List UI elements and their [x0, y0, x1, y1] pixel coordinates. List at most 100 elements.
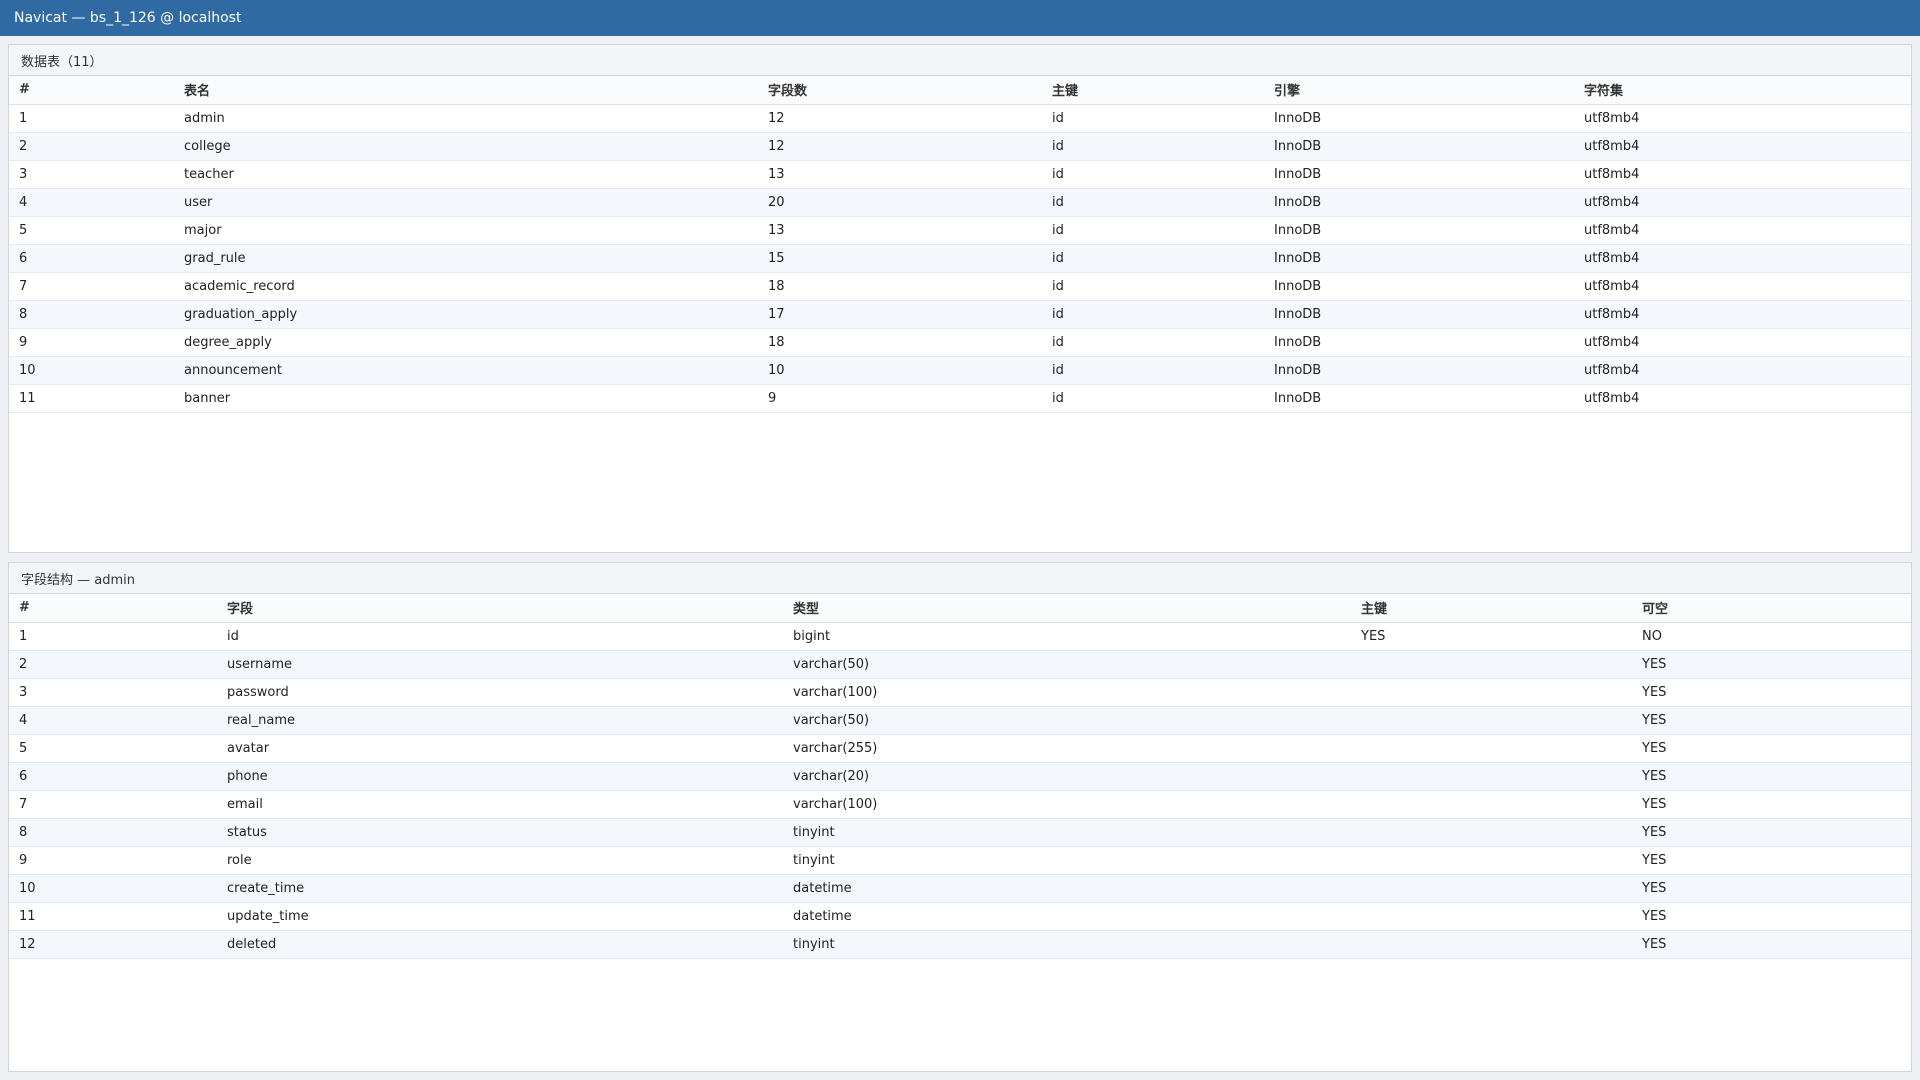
column-header[interactable]: #	[9, 594, 217, 623]
table-cell: id	[1042, 160, 1264, 189]
table-row[interactable]: 11 update_time datetime YES	[9, 902, 1911, 931]
table-row[interactable]: 4 real_name varchar(50) YES	[9, 706, 1911, 735]
table-row[interactable]: 2 college 12 id InnoDB utf8mb4	[9, 132, 1911, 161]
table-cell: major	[174, 216, 758, 245]
table-cell: varchar(50)	[783, 650, 1351, 679]
column-header[interactable]: 字段数	[758, 76, 1042, 105]
tables-panel-title: 数据表（11）	[21, 54, 103, 70]
table-cell: 9	[9, 846, 217, 875]
table-cell: id	[1042, 188, 1264, 217]
table-cell: InnoDB	[1264, 300, 1574, 329]
table-cell	[1351, 846, 1632, 875]
column-header[interactable]: 字符集	[1574, 76, 1911, 105]
table-row[interactable]: 8 status tinyint YES	[9, 818, 1911, 847]
table-cell: 18	[758, 272, 1042, 301]
table-row[interactable]: 9 role tinyint YES	[9, 846, 1911, 875]
table-cell: 4	[9, 188, 174, 217]
tables-panel: 数据表（11） # 表名 字段数 主键 引擎 字符集 1 admin 12 id InnoDB ut…	[8, 44, 1912, 553]
table-row[interactable]: 7 academic_record 18 id InnoDB utf8mb4	[9, 272, 1911, 301]
table-cell: InnoDB	[1264, 104, 1574, 133]
table-row[interactable]: 10 announcement 10 id InnoDB utf8mb4	[9, 356, 1911, 385]
table-cell: YES	[1632, 902, 1911, 931]
table-cell: InnoDB	[1264, 132, 1574, 161]
table-row[interactable]: 1 admin 12 id InnoDB utf8mb4	[9, 104, 1911, 133]
table-cell: utf8mb4	[1574, 328, 1911, 357]
fields-panel-title: 字段结构 — admin	[21, 572, 135, 588]
column-header[interactable]: 类型	[783, 594, 1351, 623]
table-cell: role	[217, 846, 783, 875]
table-cell: id	[1042, 216, 1264, 245]
table-row[interactable]: 3 password varchar(100) YES	[9, 678, 1911, 707]
table-cell: YES	[1632, 734, 1911, 763]
table-cell	[1351, 734, 1632, 763]
table-cell: YES	[1632, 846, 1911, 875]
table-cell: announcement	[174, 356, 758, 385]
table-row[interactable]: 12 deleted tinyint YES	[9, 930, 1911, 959]
table-row[interactable]: 1 id bigint YES NO	[9, 622, 1911, 651]
table-row[interactable]: 8 graduation_apply 17 id InnoDB utf8mb4	[9, 300, 1911, 329]
table-cell	[1351, 930, 1632, 959]
table-cell: 9	[758, 384, 1042, 413]
table-cell: id	[1042, 132, 1264, 161]
table-cell: YES	[1632, 706, 1911, 735]
table-cell: varchar(255)	[783, 734, 1351, 763]
table-cell	[1351, 706, 1632, 735]
table-cell: 8	[9, 300, 174, 329]
table-cell: utf8mb4	[1574, 188, 1911, 217]
table-cell: varchar(100)	[783, 678, 1351, 707]
tables-grid-header-row: # 表名 字段数 主键 引擎 字符集	[9, 76, 1911, 105]
table-cell: varchar(50)	[783, 706, 1351, 735]
table-cell: utf8mb4	[1574, 300, 1911, 329]
table-cell: utf8mb4	[1574, 160, 1911, 189]
table-row[interactable]: 3 teacher 13 id InnoDB utf8mb4	[9, 160, 1911, 189]
table-cell: academic_record	[174, 272, 758, 301]
column-header[interactable]: 引擎	[1264, 76, 1574, 105]
column-header[interactable]: 可空	[1632, 594, 1911, 623]
table-cell: id	[1042, 300, 1264, 329]
table-row[interactable]: 10 create_time datetime YES	[9, 874, 1911, 903]
fields-panel: 字段结构 — admin # 字段 类型 主键 可空 1 id bigint YES NO 2 us…	[8, 562, 1912, 1072]
table-cell: InnoDB	[1264, 216, 1574, 245]
column-header[interactable]: 主键	[1351, 594, 1632, 623]
table-cell: 10	[9, 874, 217, 903]
table-row[interactable]: 2 username varchar(50) YES	[9, 650, 1911, 679]
tables-grid: # 表名 字段数 主键 引擎 字符集 1 admin 12 id InnoDB utf8mb4 2 co…	[9, 76, 1911, 413]
table-row[interactable]: 7 email varchar(100) YES	[9, 790, 1911, 819]
table-cell	[1351, 678, 1632, 707]
table-cell: deleted	[217, 930, 783, 959]
table-cell: 4	[9, 706, 217, 735]
column-header[interactable]: 表名	[174, 76, 758, 105]
table-cell: 12	[758, 104, 1042, 133]
table-cell: datetime	[783, 874, 1351, 903]
table-row[interactable]: 9 degree_apply 18 id InnoDB utf8mb4	[9, 328, 1911, 357]
column-header[interactable]: #	[9, 76, 174, 105]
table-cell: 10	[758, 356, 1042, 385]
table-row[interactable]: 5 avatar varchar(255) YES	[9, 734, 1911, 763]
table-cell: utf8mb4	[1574, 132, 1911, 161]
table-cell: utf8mb4	[1574, 356, 1911, 385]
fields-grid-header-row: # 字段 类型 主键 可空	[9, 594, 1911, 623]
table-cell: YES	[1351, 622, 1632, 651]
table-row[interactable]: 5 major 13 id InnoDB utf8mb4	[9, 216, 1911, 245]
table-cell: 2	[9, 132, 174, 161]
table-cell: real_name	[217, 706, 783, 735]
table-cell: phone	[217, 762, 783, 791]
table-row[interactable]: 6 phone varchar(20) YES	[9, 762, 1911, 791]
table-cell: InnoDB	[1264, 328, 1574, 357]
table-cell: 9	[9, 328, 174, 357]
table-cell: YES	[1632, 874, 1911, 903]
table-row[interactable]: 11 banner 9 id InnoDB utf8mb4	[9, 384, 1911, 413]
table-row[interactable]: 6 grad_rule 15 id InnoDB utf8mb4	[9, 244, 1911, 273]
table-cell: password	[217, 678, 783, 707]
column-header[interactable]: 主键	[1042, 76, 1264, 105]
table-cell: id	[1042, 328, 1264, 357]
column-header[interactable]: 字段	[217, 594, 783, 623]
table-cell: graduation_apply	[174, 300, 758, 329]
table-cell	[1351, 818, 1632, 847]
table-row[interactable]: 4 user 20 id InnoDB utf8mb4	[9, 188, 1911, 217]
table-cell: YES	[1632, 790, 1911, 819]
table-cell: YES	[1632, 678, 1911, 707]
table-cell: 3	[9, 678, 217, 707]
table-cell: banner	[174, 384, 758, 413]
table-cell: avatar	[217, 734, 783, 763]
